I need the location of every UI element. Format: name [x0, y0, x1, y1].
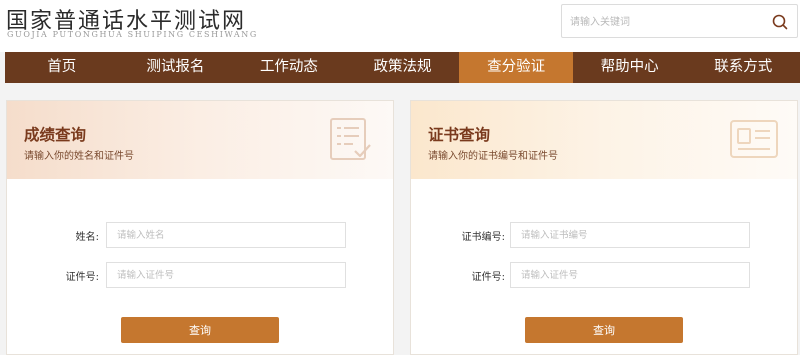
nav-item-test-registration[interactable]: 测试报名 [119, 52, 233, 83]
nav-item-policies[interactable]: 政策法规 [346, 52, 460, 83]
certificate-id-number-field-row: 证件号: [411, 262, 797, 288]
certificate-query-subtitle: 请输入你的证书编号和证件号 [428, 151, 558, 162]
score-query-submit-button[interactable]: 查询 [121, 317, 279, 343]
certificate-query-header: 证书查询 请输入你的证书编号和证件号 [411, 101, 797, 179]
certificate-query-title: 证书查询 [428, 126, 491, 144]
search-input[interactable] [570, 13, 760, 31]
certificate-number-field-label: 证书编号: [461, 232, 505, 243]
site-header: 国家普通话水平测试网 GUOJIA PUTONGHUA SHUIPING CES… [0, 0, 800, 52]
nav-item-help-center[interactable]: 帮助中心 [573, 52, 687, 83]
id-number-field-label: 证件号: [65, 272, 99, 283]
site-logo-subtitle: GUOJIA PUTONGHUA SHUIPING CESHIWANG [7, 30, 258, 39]
search-box [561, 4, 798, 38]
name-field-label: 姓名: [75, 232, 99, 243]
id-number-input[interactable] [106, 262, 346, 288]
certificate-number-field-row: 证书编号: [411, 222, 797, 248]
nav-item-home[interactable]: 首页 [5, 52, 119, 83]
id-number-field-row: 证件号: [7, 262, 393, 288]
score-query-header: 成绩查询 请输入你的姓名和证件号 [7, 101, 393, 179]
certificate-id-number-input[interactable] [510, 262, 750, 288]
certificate-query-submit-button[interactable]: 查询 [525, 317, 683, 343]
search-icon[interactable] [771, 13, 789, 31]
nav-item-contact[interactable]: 联系方式 [686, 52, 800, 83]
name-input[interactable] [106, 222, 346, 248]
document-list-icon [325, 115, 377, 163]
certificate-number-input[interactable] [510, 222, 750, 248]
certificate-id-number-field-label: 证件号: [471, 272, 505, 283]
score-query-card: 成绩查询 请输入你的姓名和证件号 姓名: 证件号: 查询 [6, 100, 394, 355]
main-nav: 首页 测试报名 工作动态 政策法规 查分验证 帮助中心 联系方式 [5, 52, 800, 83]
certificate-query-card: 证书查询 请输入你的证书编号和证件号 证书编号: 证件号: 查询 [410, 100, 798, 355]
nav-item-work-news[interactable]: 工作动态 [232, 52, 346, 83]
name-field-row: 姓名: [7, 222, 393, 248]
nav-item-score-verification[interactable]: 查分验证 [459, 52, 573, 83]
score-query-title: 成绩查询 [24, 126, 87, 144]
id-card-icon [729, 115, 781, 163]
score-query-subtitle: 请输入你的姓名和证件号 [24, 151, 134, 162]
